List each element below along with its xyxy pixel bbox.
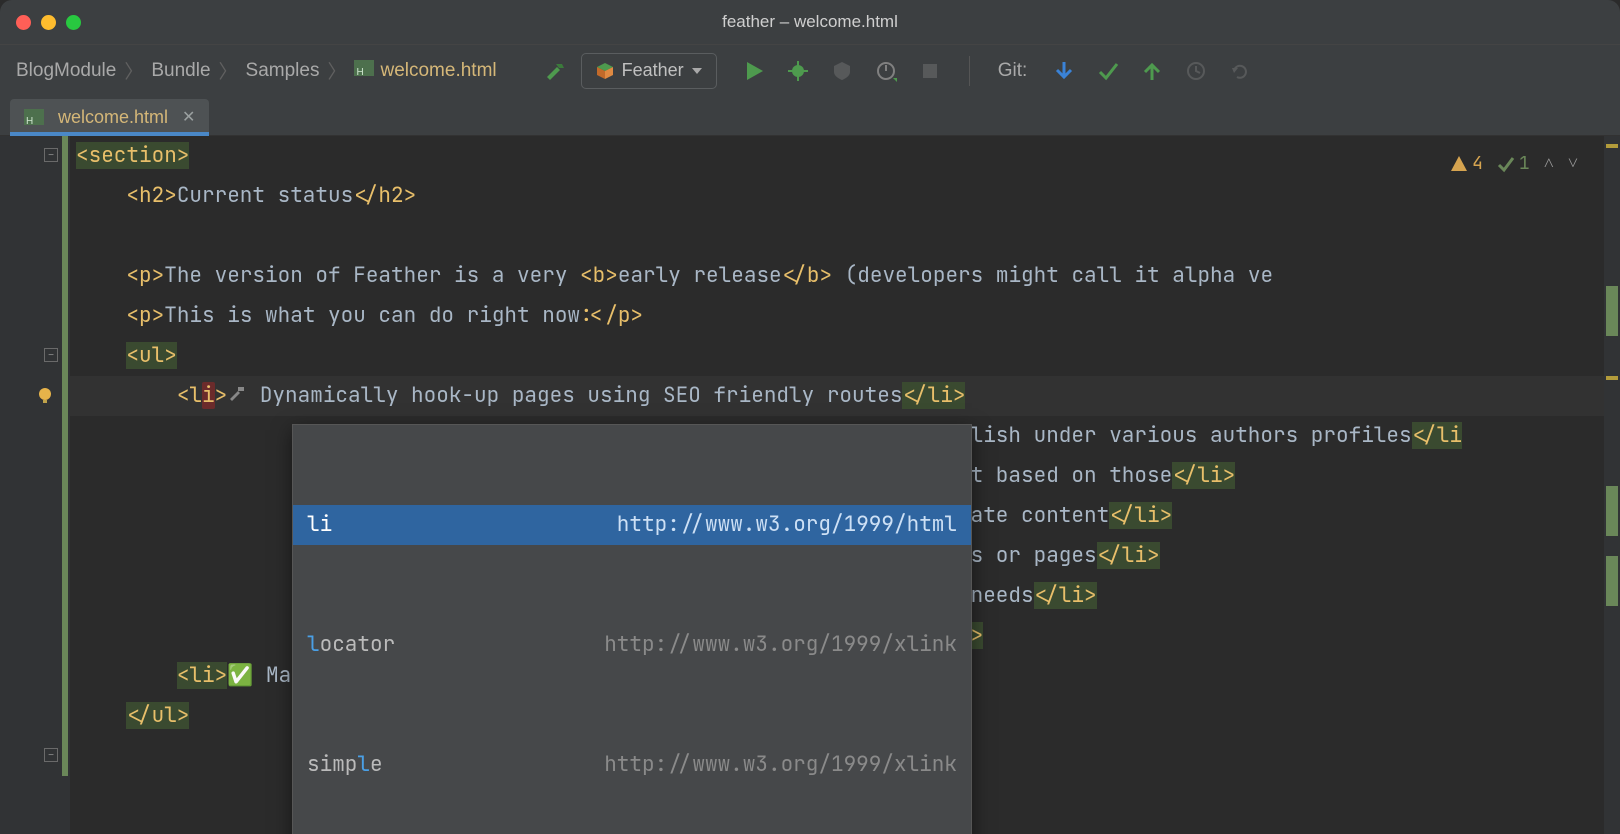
fold-toggle[interactable]: − [44,148,58,162]
code-line: <section> [76,136,1604,176]
git-history-button[interactable] [1185,60,1207,82]
run-config-selector[interactable]: Feather [581,53,717,89]
debug-button[interactable] [787,60,809,82]
toolbar-divider [969,56,970,86]
coverage-button[interactable] [831,60,853,82]
completion-item[interactable]: locator http://www.w3.org/1999/xlink [293,625,971,665]
build-button[interactable] [543,59,567,83]
editor-tab[interactable]: welcome.html ✕ [10,99,209,135]
warning-marker[interactable] [1606,376,1618,380]
completion-namespace: http://www.w3.org/1999/html [617,505,957,545]
cube-icon [596,62,614,80]
html-file-icon [24,109,44,125]
run-config-label: Feather [622,60,684,81]
chevron-right-icon: 〉 [219,57,238,84]
git-label: Git: [998,60,1028,82]
window-titlebar: feather – welcome.html [0,0,1620,44]
chevron-right-icon: 〉 [124,57,143,84]
stop-button[interactable] [919,60,941,82]
chevron-right-icon: 〉 [327,57,346,84]
code-line: <h2>Current status</h2> [76,176,1604,216]
vcs-change-marker [62,136,68,776]
editor-tabstrip: welcome.html ✕ [0,96,1620,136]
editor-gutter[interactable]: − − − [0,136,70,834]
chevron-down-icon [692,68,702,74]
code-line: <p>The version of Feather is a very <b>e… [76,256,1604,296]
breadcrumb-item[interactable]: Samples [242,58,324,84]
code-completion-popup[interactable]: li http://www.w3.org/1999/html locator h… [292,424,972,834]
error-stripe[interactable] [1604,136,1620,834]
code-editor[interactable]: − − − 4 1 ˄ ˅ <section> <h2>Current stat… [0,136,1620,834]
breadcrumb-item[interactable]: Bundle [147,58,214,84]
profile-button[interactable] [875,60,897,82]
breadcrumb: BlogModule 〉 Bundle 〉 Samples 〉 welcome.… [12,57,501,84]
fold-toggle[interactable]: − [44,348,58,362]
intention-bulb-icon[interactable] [36,386,55,405]
code-line: <p>This is what you can do right now:</p… [76,296,1604,336]
run-button[interactable] [743,60,765,82]
editor-tab-label: welcome.html [58,107,168,128]
completion-item[interactable]: simple http://www.w3.org/1999/xlink [293,745,971,785]
warning-marker[interactable] [1606,144,1618,148]
html-file-icon [354,60,374,76]
git-commit-button[interactable] [1097,60,1119,82]
change-marker[interactable] [1606,556,1618,606]
code-line: <ul> [76,336,1604,376]
git-pull-button[interactable] [1053,60,1075,82]
window-title: feather – welcome.html [0,12,1620,32]
code-area[interactable]: 4 1 ˄ ˅ <section> <h2>Current status</h2… [70,136,1604,834]
fold-toggle[interactable]: − [44,748,58,762]
main-toolbar: BlogModule 〉 Bundle 〉 Samples 〉 welcome.… [0,44,1620,96]
hammer-icon [227,378,247,398]
git-revert-button[interactable] [1229,60,1251,82]
breadcrumb-file[interactable]: welcome.html [350,58,500,84]
completion-namespace: http://www.w3.org/1999/xlink [604,625,957,665]
close-tab-button[interactable]: ✕ [182,107,195,127]
change-marker[interactable] [1606,286,1618,336]
breadcrumb-file-label: welcome.html [380,60,496,81]
completion-item[interactable]: li http://www.w3.org/1999/html [293,505,971,545]
code-line: <li> Dynamically hook-up pages using SEO… [76,376,1604,416]
completion-namespace: http://www.w3.org/1999/xlink [604,745,957,785]
breadcrumb-item[interactable]: BlogModule [12,58,120,84]
change-marker[interactable] [1606,486,1618,536]
git-push-button[interactable] [1141,60,1163,82]
